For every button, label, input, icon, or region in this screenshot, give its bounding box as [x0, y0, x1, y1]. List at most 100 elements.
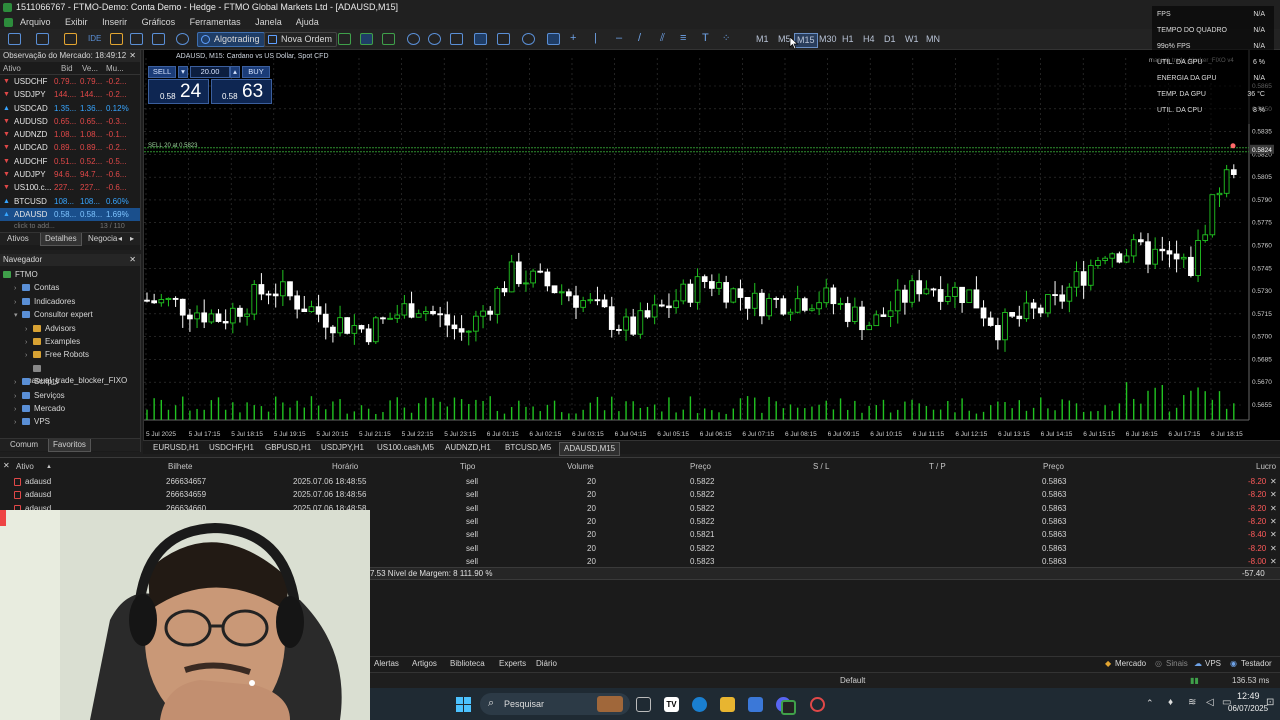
close-position-icon[interactable]: ✕ [1270, 528, 1277, 541]
trade-row[interactable]: adausd 266634659 2025.07.06 18:48:56 sell 20… [0, 488, 1280, 501]
navigator-item[interactable]: › VPS [14, 416, 50, 428]
volume-icon[interactable]: ◁ [1206, 697, 1214, 708]
navigator-item[interactable]: › Scripts [14, 376, 58, 388]
new-chart-icon[interactable] [8, 33, 21, 45]
wallet-icon[interactable] [64, 33, 77, 45]
channel-icon[interactable]: ⫽ [660, 33, 673, 45]
chart-tab[interactable]: EURUSD,H1 [149, 442, 203, 454]
market-watch-row[interactable]: ▼ AUDCHF 0.51... 0.52... -0.5... [0, 155, 140, 168]
timeframe-w1[interactable]: W1 [903, 33, 921, 46]
menu-graficos[interactable]: Gráficos [142, 17, 176, 27]
indicators-icon[interactable] [522, 33, 535, 45]
metatrader-icon[interactable] [781, 700, 796, 715]
chart-tab[interactable]: ADAUSD,M15 [559, 442, 621, 456]
chart-tab[interactable]: USDCHF,H1 [205, 442, 258, 454]
navigator-item[interactable]: manual_trade_blocker_FIXO [25, 363, 140, 385]
autoscroll-icon[interactable] [474, 33, 487, 45]
menu-arquivo[interactable]: Arquivo [20, 17, 51, 27]
add-symbol-hint[interactable]: click to add... [14, 221, 55, 232]
vps-link[interactable]: VPS [1205, 659, 1221, 668]
sell-button[interactable]: SELL [148, 66, 176, 78]
expand-chevron-icon[interactable]: › [14, 417, 22, 429]
crosshair-icon[interactable]: + [570, 33, 583, 45]
shapes-icon[interactable]: ⁘ [722, 33, 735, 45]
market-watch-row[interactable]: ▼ USDCHF 0.79... 0.79... -0.2... [0, 75, 140, 88]
expand-chevron-icon[interactable]: › [14, 391, 22, 403]
col-volume[interactable]: Volume [567, 461, 594, 473]
tab-comum[interactable]: Comum [6, 439, 42, 451]
volume-input[interactable]: 20.00 [190, 66, 230, 78]
wifi-icon[interactable]: ≋ [1188, 697, 1196, 708]
market-watch-row[interactable]: ▼ AUDCAD 0.89... 0.89... -0.2... [0, 141, 140, 154]
market-watch-row[interactable]: ▼ USDJPY 144.... 144.... -0.2... [0, 88, 140, 101]
chart-tab[interactable]: USDJPY,H1 [317, 442, 368, 454]
task-view-icon[interactable] [636, 697, 651, 712]
mail-icon[interactable] [748, 697, 763, 712]
close-position-icon[interactable]: ✕ [1270, 515, 1277, 528]
notifications-icon[interactable]: ⊡ [1266, 697, 1274, 708]
tray-app-icon[interactable]: ♦ [1168, 697, 1173, 708]
edge-icon[interactable] [692, 697, 707, 712]
navigator-item[interactable]: ▾ Consultor expert [14, 309, 93, 321]
timeframe-d1[interactable]: D1 [882, 33, 898, 46]
menu-janela[interactable]: Janela [255, 17, 282, 27]
col-sl[interactable]: S / L [813, 461, 829, 473]
close-position-icon[interactable]: ✕ [1270, 475, 1277, 488]
globe-icon[interactable] [176, 33, 189, 45]
price-chart[interactable]: 5 Jul 2025 5 Jul 17:15 5 Jul 18:15 5 Jul 19… [143, 50, 1280, 440]
menu-exibir[interactable]: Exibir [65, 17, 88, 27]
horizontal-line-icon[interactable]: – [616, 33, 629, 45]
new-order-button[interactable]: Nova Ordem [264, 32, 338, 47]
sinais-link[interactable]: Sinais [1166, 659, 1188, 668]
volume-up-icon[interactable]: ▴ [230, 66, 240, 78]
tab-ativos[interactable]: Ativos [3, 233, 33, 245]
expand-chevron-icon[interactable]: › [14, 404, 22, 416]
cursor-icon[interactable] [547, 33, 560, 45]
ide-button[interactable]: IDE [88, 33, 101, 45]
market-watch-row[interactable]: ▼ US100.c... 227... 227... -0.6... [0, 181, 140, 194]
tab-biblioteca[interactable]: Biblioteca [450, 659, 485, 668]
store-icon[interactable] [130, 33, 143, 45]
buy-button[interactable]: BUY [242, 66, 270, 78]
chart-tab[interactable]: AUDNZD,H1 [441, 442, 495, 454]
expand-chevron-icon[interactable]: › [14, 297, 22, 309]
timeframe-mn[interactable]: MN [924, 33, 942, 46]
col-bilhete[interactable]: Bilhete [168, 461, 192, 473]
fibonacci-icon[interactable]: ≡ [680, 33, 693, 45]
col-ask[interactable]: Ve... [82, 62, 98, 75]
windows-start-icon[interactable] [456, 697, 471, 712]
close-position-icon[interactable]: ✕ [1270, 502, 1277, 515]
tab-artigos[interactable]: Artigos [412, 659, 437, 668]
close-position-icon[interactable]: ✕ [1270, 542, 1277, 555]
navigator-item[interactable]: › Advisors [25, 323, 76, 335]
bar-chart-icon[interactable] [338, 33, 351, 45]
timeframe-m30[interactable]: M30 [817, 33, 839, 46]
lock-icon[interactable] [110, 33, 123, 45]
text-tool-icon[interactable]: T [702, 33, 715, 45]
navigator-item[interactable]: › Examples [25, 336, 80, 348]
sell-price-box[interactable]: 0.58 24 [148, 79, 209, 104]
clock-date[interactable]: 06/07/2025 [1228, 704, 1268, 713]
col-tp[interactable]: T / P [929, 461, 946, 473]
chart-tab[interactable]: GBPUSD,H1 [261, 442, 315, 454]
expand-chevron-icon[interactable]: › [14, 283, 22, 295]
menu-ferramentas[interactable]: Ferramentas [190, 17, 241, 27]
tab-detalhes[interactable]: Detalhes [40, 233, 82, 247]
mercado-link[interactable]: Mercado [1115, 659, 1146, 668]
navigator-item[interactable]: › Serviços [14, 390, 65, 402]
grid-icon[interactable] [450, 33, 463, 45]
line-chart-icon[interactable] [382, 33, 395, 45]
zoom-out-icon[interactable] [428, 33, 441, 45]
chart-tab[interactable]: US100.cash,M5 [373, 442, 438, 454]
market-watch-row[interactable]: ▼ AUDJPY 94.6... 94.7... -0.6... [0, 168, 140, 181]
profile-name[interactable]: Default [840, 676, 865, 685]
chart-tab[interactable]: BTCUSD,M5 [501, 442, 555, 454]
testador-link[interactable]: Testador [1241, 659, 1272, 668]
trendline-icon[interactable]: / [638, 33, 651, 45]
col-ativo[interactable]: Ativo [3, 62, 21, 75]
market-watch-row[interactable]: ▲ USDCAD 1.35... 1.36... 0.12% [0, 102, 140, 115]
market-watch-row[interactable]: ▼ AUDNZD 1.08... 1.08... -0.1... [0, 128, 140, 141]
market-watch-row[interactable]: ▼ AUDUSD 0.65... 0.65... -0.3... [0, 115, 140, 128]
chart-shift-icon[interactable] [497, 33, 510, 45]
tab-diario[interactable]: Diário [536, 659, 557, 668]
